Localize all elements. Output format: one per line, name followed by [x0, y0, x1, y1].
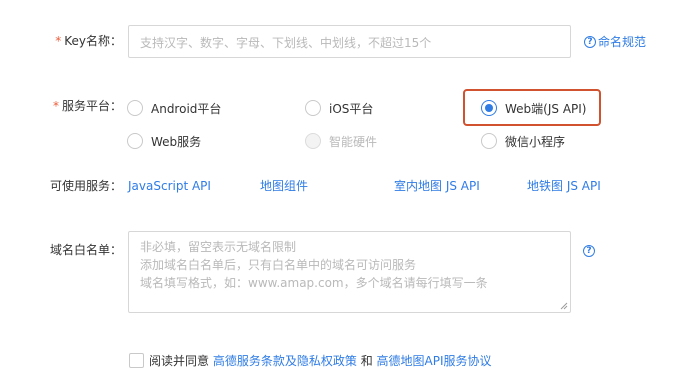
radio-android[interactable]: Android平台: [127, 98, 221, 118]
radio-web-service[interactable]: Web服务: [127, 131, 201, 151]
whitelist-placeholder-line-1: 非必填，留空表示无域名限制: [140, 240, 297, 254]
radio-label-ios: iOS平台: [329, 101, 374, 116]
required-mark: *: [55, 34, 62, 48]
radio-button[interactable]: [127, 133, 143, 149]
radio-ios[interactable]: iOS平台: [305, 98, 373, 118]
platform-label: * 服务平台：: [50, 98, 122, 114]
radio-button[interactable]: [127, 100, 143, 116]
help-icon[interactable]: ?: [584, 36, 596, 48]
key-name-placeholder: 支持汉字、数字、字母、下划线、中划线，不超过15个: [140, 36, 432, 50]
whitelist-placeholder-line-3: 域名填写格式，如：www.amap.com，多个域名请每行填写一条: [140, 276, 488, 290]
radio-smart-hardware: 智能硬件: [305, 131, 377, 151]
key-name-label-text: Key名称：: [64, 34, 122, 48]
agreement-text: 阅读并同意 高德服务条款及隐私权政策 和 高德地图API服务协议: [149, 353, 492, 368]
radio-label-android: Android平台: [151, 101, 222, 116]
whitelist-textarea[interactable]: 非必填，留空表示无域名限制 添加域名白名单后，只有白名单中的域名可访问服务 域名…: [128, 231, 571, 313]
agreement-checkbox[interactable]: [129, 353, 144, 368]
naming-rules-link[interactable]: 命名规范: [598, 34, 646, 50]
key-name-input[interactable]: 支持汉字、数字、字母、下划线、中划线，不超过15个: [128, 25, 571, 58]
radio-label-web-js-api: Web端(JS API): [505, 101, 587, 116]
radio-label-wechat-miniprogram: 微信小程序: [505, 134, 566, 149]
terms-privacy-link[interactable]: 高德服务条款及隐私权政策: [213, 354, 357, 368]
radio-wechat-miniprogram[interactable]: 微信小程序: [481, 131, 565, 151]
whitelist-placeholder-line-2: 添加域名白名单后，只有白名单中的域名可访问服务: [140, 258, 417, 272]
agreement-conjunction: 和: [360, 354, 373, 368]
radio-web-js-api[interactable]: Web端(JS API): [481, 98, 586, 118]
whitelist-label: 域名白名单：: [49, 243, 122, 257]
services-label: 可使用服务：: [49, 179, 122, 193]
required-mark: *: [52, 99, 59, 113]
radio-button-checked[interactable]: [481, 100, 497, 116]
radio-button-disabled: [305, 133, 321, 149]
agreement-prefix: 阅读并同意: [149, 354, 210, 368]
radio-label-web-service: Web服务: [151, 134, 202, 149]
platform-label-text: 服务平台：: [61, 99, 122, 113]
radio-label-smart-hardware: 智能硬件: [329, 134, 378, 149]
key-name-label: * Key名称：: [50, 33, 122, 49]
service-link-map-components[interactable]: 地图组件: [260, 178, 308, 194]
api-service-agreement-link[interactable]: 高德地图API服务协议: [377, 354, 492, 368]
whitelist-help-icon[interactable]: ?: [583, 245, 595, 257]
service-link-indoor-map-js-api[interactable]: 室内地图 JS API: [394, 178, 480, 194]
resize-handle-icon[interactable]: [560, 302, 568, 310]
service-link-javascript-api[interactable]: JavaScript API: [128, 178, 211, 194]
service-link-subway-map-js-api[interactable]: 地铁图 JS API: [527, 178, 601, 194]
radio-button[interactable]: [481, 133, 497, 149]
radio-button[interactable]: [305, 100, 321, 116]
